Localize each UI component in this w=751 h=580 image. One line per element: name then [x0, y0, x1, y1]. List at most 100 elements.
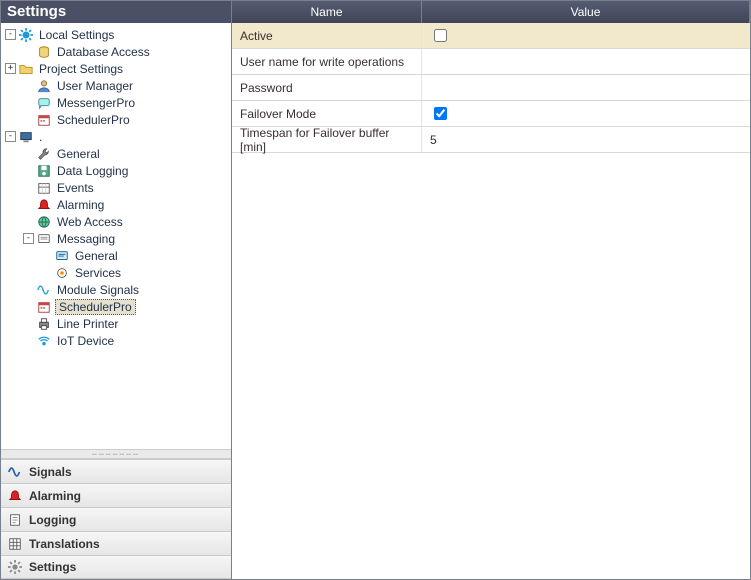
property-name: User name for write operations	[232, 49, 422, 74]
property-value-cell[interactable]	[422, 23, 750, 48]
tree-node-data-logging[interactable]: Data Logging	[1, 162, 231, 179]
chat-icon	[36, 95, 52, 111]
no-expander	[23, 216, 34, 227]
wave-icon	[36, 282, 52, 298]
collapse-icon[interactable]: -	[5, 29, 16, 40]
nav-translations-tab[interactable]: Translations	[1, 531, 231, 555]
log-icon	[7, 512, 23, 528]
tree-node-local-settings[interactable]: - Local Settings	[1, 26, 231, 43]
tree-label: Line Printer	[55, 317, 120, 331]
tree-node-station[interactable]: -.	[1, 128, 231, 145]
nav-alarming-tab[interactable]: Alarming	[1, 483, 231, 507]
tree-node-iot-device[interactable]: IoT Device	[1, 332, 231, 349]
tree-node-line-printer[interactable]: Line Printer	[1, 315, 231, 332]
column-header-name[interactable]: Name	[232, 1, 422, 23]
wave-blue-icon	[7, 464, 23, 480]
nav-settings-tab[interactable]: Settings	[1, 555, 231, 579]
message2-icon	[54, 248, 70, 264]
property-panel: Name Value ActiveUser name for write ope…	[232, 1, 750, 579]
tree-label: MessengerPro	[55, 96, 137, 110]
nav-label: Signals	[29, 465, 72, 479]
property-value-cell[interactable]: 5	[422, 127, 750, 152]
message-icon	[36, 231, 52, 247]
tree-node-alarming-tree[interactable]: Alarming	[1, 196, 231, 213]
collapse-icon[interactable]: -	[5, 131, 16, 142]
no-expander	[23, 114, 34, 125]
property-name: Timespan for Failover buffer [min]	[232, 127, 422, 152]
nav-label: Translations	[29, 537, 100, 551]
no-expander	[23, 318, 34, 329]
property-row-password: Password	[232, 75, 750, 101]
folder-icon	[18, 61, 34, 77]
property-value-cell[interactable]	[422, 75, 750, 100]
checkbox-active[interactable]	[434, 29, 447, 42]
collapse-icon[interactable]: -	[23, 233, 34, 244]
expand-icon[interactable]: +	[5, 63, 16, 74]
tree-node-messengerpro[interactable]: MessengerPro	[1, 94, 231, 111]
property-grid-header: Name Value	[232, 1, 750, 23]
tree-label: SchedulerPro	[55, 299, 136, 315]
property-name: Failover Mode	[232, 101, 422, 126]
tree-label: .	[37, 130, 44, 144]
tree-label: Local Settings	[37, 28, 116, 42]
nav-signals-tab[interactable]: Signals	[1, 459, 231, 483]
tree-label: Module Signals	[55, 283, 141, 297]
monitor-icon	[18, 129, 34, 145]
tree-node-module-signals[interactable]: Module Signals	[1, 281, 231, 298]
splitter-grip[interactable]: ╌╌╌╌╌╌╌	[1, 449, 231, 459]
property-row-failover: Failover Mode	[232, 101, 750, 127]
value-text: 5	[430, 133, 437, 147]
calendar-icon	[36, 299, 52, 315]
nav-logging-tab[interactable]: Logging	[1, 507, 231, 531]
grid-icon	[7, 536, 23, 552]
tree-node-general[interactable]: General	[1, 145, 231, 162]
tree-node-messaging[interactable]: -Messaging	[1, 230, 231, 247]
tree-label: Project Settings	[37, 62, 125, 76]
tree-node-user-manager[interactable]: User Manager	[1, 77, 231, 94]
property-grid-body: ActiveUser name for write operationsPass…	[232, 23, 750, 579]
no-expander	[41, 250, 52, 261]
tree-label: General	[73, 249, 120, 263]
no-expander	[23, 46, 34, 57]
bell-icon	[36, 197, 52, 213]
disk-icon	[36, 163, 52, 179]
tree-label: IoT Device	[55, 334, 116, 348]
no-expander	[23, 182, 34, 193]
tree-node-msg-general[interactable]: General	[1, 247, 231, 264]
no-expander	[23, 97, 34, 108]
tree-node-schedulerpro[interactable]: SchedulerPro	[1, 298, 231, 315]
tree-label: Data Logging	[55, 164, 130, 178]
property-value-cell[interactable]	[422, 49, 750, 74]
navigation-tabs: Signals Alarming Logging Translations Settin…	[1, 459, 231, 579]
calendar2-icon	[36, 180, 52, 196]
left-panel: Settings -Local SettingsDatabase Access+…	[1, 1, 232, 579]
nav-label: Logging	[29, 513, 76, 527]
no-expander	[23, 335, 34, 346]
tree-node-schedulerpro-top[interactable]: SchedulerPro	[1, 111, 231, 128]
no-expander	[23, 165, 34, 176]
printer-icon	[36, 316, 52, 332]
tree-node-events[interactable]: Events	[1, 179, 231, 196]
database-icon	[36, 44, 52, 60]
tree-node-project-settings[interactable]: + Project Settings	[1, 60, 231, 77]
tree-label: Alarming	[55, 198, 106, 212]
property-row-timespan: Timespan for Failover buffer [min] 5	[232, 127, 750, 153]
checkbox-failover[interactable]	[434, 107, 447, 120]
no-expander	[23, 148, 34, 159]
tree-node-msg-services[interactable]: Services	[1, 264, 231, 281]
settings-tree[interactable]: - Local SettingsDatabase Access + Project S…	[1, 23, 231, 449]
property-value-cell[interactable]	[422, 101, 750, 126]
service-icon	[54, 265, 70, 281]
no-expander	[23, 199, 34, 210]
tree-label: User Manager	[55, 79, 135, 93]
bell-red-icon	[7, 488, 23, 504]
no-expander	[23, 284, 34, 295]
calendar-icon	[36, 112, 52, 128]
tree-node-web-access[interactable]: Web Access	[1, 213, 231, 230]
tree-label: Web Access	[55, 215, 125, 229]
column-header-value[interactable]: Value	[422, 1, 750, 23]
tree-node-database-access[interactable]: Database Access	[1, 43, 231, 60]
no-expander	[23, 301, 34, 312]
nav-label: Alarming	[29, 489, 81, 503]
gear-gray-icon	[7, 559, 23, 575]
